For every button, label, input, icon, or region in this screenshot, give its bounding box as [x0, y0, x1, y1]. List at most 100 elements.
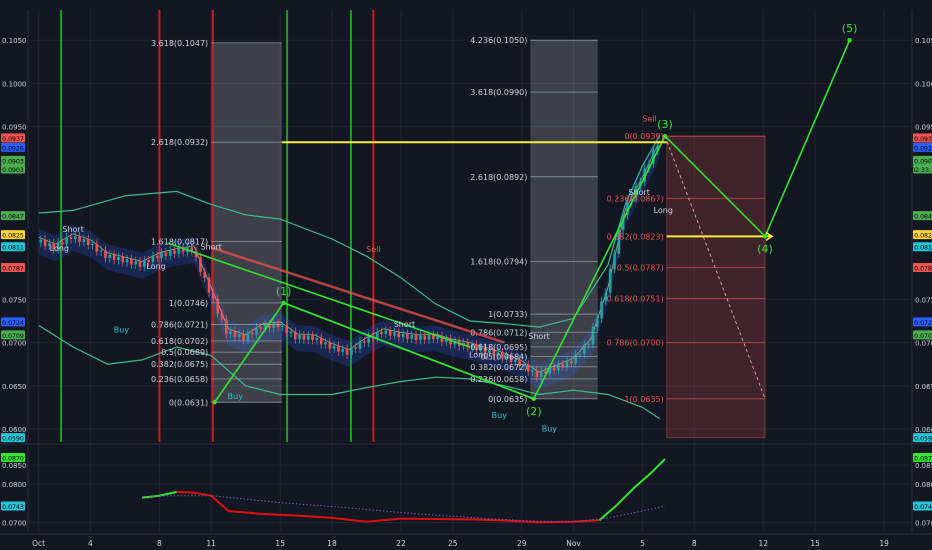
price-label-right: 0.0787 — [914, 265, 932, 272]
candle-body — [419, 335, 422, 341]
fib-level-label: 1(0.0635) — [624, 395, 663, 404]
price-label-left: 0.0590 — [2, 436, 24, 443]
candle-body — [375, 331, 379, 339]
candle-body — [341, 348, 345, 352]
y-tick-left: 0.1050 — [2, 37, 27, 45]
osc-label-left: 0.0870 — [2, 455, 24, 462]
candle-body — [203, 271, 207, 278]
candle-body — [531, 370, 534, 372]
candle-body — [583, 344, 586, 354]
candle-body — [173, 250, 176, 254]
candle-body — [233, 331, 237, 338]
osc-label-right: 0.0743 — [914, 504, 932, 511]
candle-body — [293, 331, 297, 340]
fib-level-label: 0.236(0.0658) — [470, 375, 527, 384]
fib-level-label: 0.786(0.0700) — [607, 339, 664, 348]
candle-body — [130, 259, 133, 265]
candle-body — [99, 250, 103, 252]
x-tick-label: 18 — [327, 539, 337, 548]
candle-body — [354, 347, 357, 349]
candle-body — [574, 354, 577, 364]
x-tick-label: 19 — [879, 539, 889, 548]
candle-body — [177, 248, 181, 254]
wave-label: (4) — [757, 242, 773, 255]
price-label-left: 0.0709 — [2, 333, 24, 340]
candle-body — [397, 332, 401, 338]
signal-label: Buy — [114, 325, 130, 334]
candle-body — [212, 292, 215, 299]
price-label-left: 0.0903 — [2, 158, 24, 165]
candle-body — [324, 342, 327, 345]
candle-body — [138, 261, 142, 267]
fib-level-label: 1(0.0746) — [169, 299, 208, 308]
candle-body — [143, 260, 146, 267]
y-tick-right: 0.0950 — [915, 124, 932, 132]
candle-body — [337, 345, 340, 352]
candle-body — [73, 236, 77, 239]
price-label-right: 0.0903 — [914, 158, 932, 165]
candle-body — [315, 337, 319, 341]
price-label-left: 0.0787 — [2, 265, 24, 272]
candle-body — [216, 298, 219, 314]
wave-label: (3) — [657, 118, 673, 131]
x-tick-label: 4 — [88, 539, 93, 548]
candle-body — [427, 335, 431, 340]
candle-body — [242, 334, 245, 341]
candle-body — [82, 239, 86, 242]
candle-body — [255, 327, 258, 335]
candle-body — [565, 360, 569, 367]
candle-body — [306, 335, 310, 340]
candle-body — [285, 325, 288, 334]
price-label-right: 0.0847 — [914, 214, 932, 221]
candle-body — [289, 331, 293, 334]
x-tick-label: 12 — [759, 539, 769, 548]
wave-label: (5) — [842, 22, 858, 35]
candle-body — [39, 239, 43, 243]
signal-label: Sell — [366, 245, 380, 254]
fib-level-label: 0.786(0.0721) — [151, 320, 208, 329]
price-label-left: 0.0926 — [2, 145, 24, 152]
osc-y-tick-left: 0.0800 — [2, 481, 27, 489]
wave-point — [212, 400, 217, 405]
x-tick-label: 8 — [157, 539, 162, 548]
candle-body — [125, 259, 129, 263]
fib-level-label: 0.382(0.0672) — [470, 363, 527, 372]
y-tick-left: 0.0950 — [2, 124, 27, 132]
candle-body — [155, 255, 159, 258]
x-tick-label: Oct — [32, 539, 45, 548]
y-tick-left: 0.0750 — [2, 296, 27, 304]
chart: 3.618(0.1047)2.618(0.0932)1.618(0.0817)1… — [0, 0, 932, 550]
candle-body — [259, 327, 263, 329]
candle-body — [401, 333, 405, 338]
signal-label: Short — [62, 225, 83, 234]
price-label-right: 0.0709 — [914, 333, 932, 340]
y-tick-right: 0.0650 — [915, 383, 932, 391]
x-tick-label: 15 — [275, 539, 285, 548]
candle-body — [406, 333, 409, 339]
candle-body — [410, 335, 414, 339]
fib-level-label: 0(0.0635) — [488, 395, 527, 404]
y-tick-right: 0.0700 — [915, 340, 932, 348]
candle-body — [552, 367, 556, 371]
y-tick-left: 0.0700 — [2, 340, 27, 348]
candle-body — [121, 256, 125, 263]
fib-level-label: 0.618(0.0702) — [151, 337, 208, 346]
price-label-right: 0.0724 — [914, 320, 932, 327]
x-tick-label: 8 — [692, 539, 697, 548]
candle-body — [112, 254, 116, 261]
candle-body — [276, 323, 280, 328]
candle-body — [199, 257, 202, 272]
fib-level-label: 0.786(0.0712) — [470, 328, 527, 337]
price-label-left: 0.0903 — [2, 167, 24, 174]
candle-body — [43, 239, 47, 246]
y-tick-left: 0.1000 — [2, 80, 27, 88]
candle-body — [220, 313, 224, 320]
signal-label: Buy — [492, 411, 508, 420]
signal-label: Long — [469, 350, 488, 359]
candle-body — [332, 345, 336, 349]
y-tick-left: 0.0650 — [2, 383, 27, 391]
candle-body — [250, 332, 254, 335]
fib-level-label: 0(0.0939) — [624, 132, 663, 141]
candle-body — [281, 325, 284, 328]
signal-label: Short — [628, 188, 649, 197]
